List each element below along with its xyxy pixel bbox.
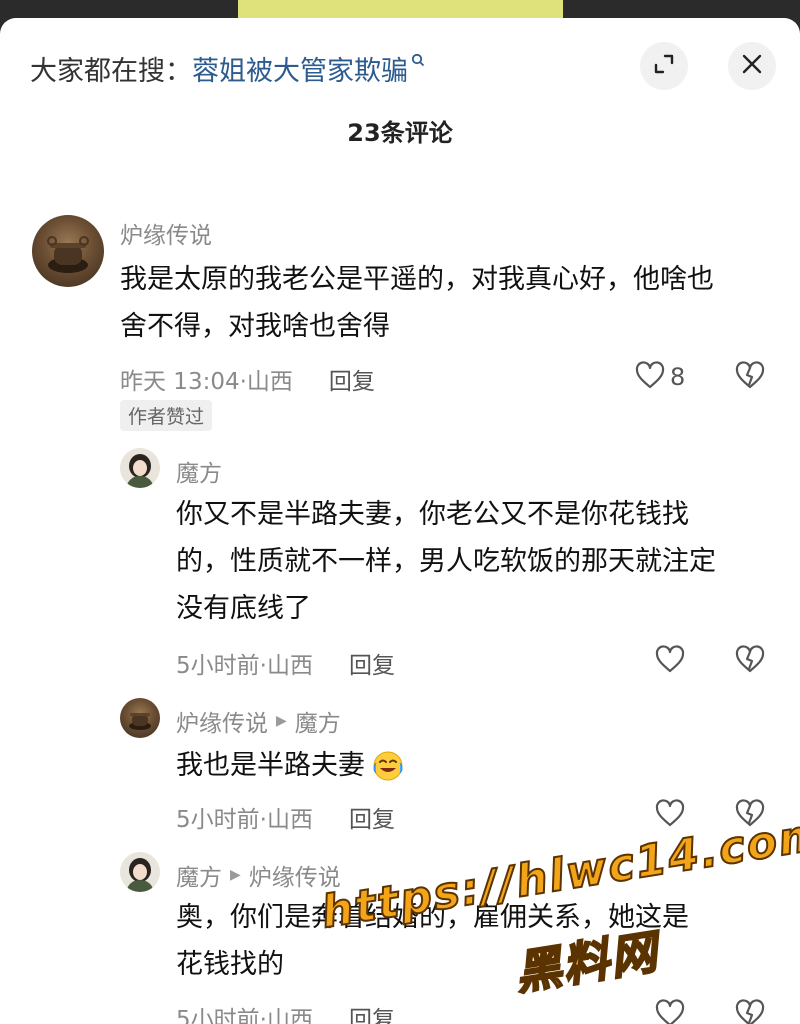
search-suggestion[interactable]: 大家都在搜： 蓉姐被大管家欺骗 [30,48,425,88]
crying-laughing-emoji [371,749,405,783]
avatar[interactable] [120,852,160,892]
dislike-button[interactable] [734,998,766,1024]
dislike-icon [734,644,766,678]
comment-text-line: 我也是半路夫妻 [176,750,365,781]
comment-text-line: 舍不得，对我啥也舍得 [120,311,390,342]
expand-icon [652,52,676,80]
like-button[interactable] [654,998,686,1024]
comment-text-line: 的，性质就不一样，男人吃软饭的那天就注定 [176,546,716,577]
timestamp: 5小时前·山西 [176,807,313,833]
timestamp: 5小时前·山西 [176,653,313,679]
username-text[interactable]: 魔方 [176,454,222,488]
comment-count-title: 23条评论 [347,119,453,147]
comment-text: 你又不是半路夫妻，你老公又不是你花钱找 的，性质就不一样，男人吃软饭的那天就注定… [176,491,776,632]
username[interactable]: 魔方 ▶ 炉缘传说 [176,858,341,892]
heart-icon [654,998,686,1024]
username-text[interactable]: 炉缘传说 [120,216,212,250]
comment-meta: 5小时前·山西 回复 [176,646,395,680]
comment-text-line: 我是太原的我老公是平遥的，对我真心好，他啥也 [120,264,714,295]
username[interactable]: 炉缘传说 [120,216,212,250]
comments-sheet: 大家都在搜： 蓉姐被大管家欺骗 23条评论 炉缘传说 我是太原的我老公是平遥的，… [0,18,800,1024]
timestamp: 5小时前·山西 [176,1007,313,1024]
comment-meta: 昨天 13:04·山西 回复 [120,362,375,396]
avatar[interactable] [32,215,104,287]
reply-button[interactable]: 回复 [329,362,375,396]
dislike-icon [734,998,766,1024]
close-button[interactable] [728,42,776,90]
heart-icon [634,360,666,394]
reply-arrow-icon: ▶ [230,867,241,883]
dislike-button[interactable] [734,644,766,678]
username-text[interactable]: 魔方 [176,858,222,892]
reply-to-username[interactable]: 魔方 [295,704,341,738]
like-button[interactable]: 8 [634,360,685,394]
author-liked-badge: 作者赞过 [120,400,213,431]
reply-button[interactable]: 回复 [349,800,395,834]
comment-text-line: 你又不是半路夫妻，你老公又不是你花钱找 [176,499,689,530]
close-icon [741,53,763,79]
comment-text: 我也是半路夫妻 [176,742,776,789]
comment-meta: 5小时前·山西 回复 [176,1000,395,1024]
comment-text-line: 没有底线了 [176,593,311,624]
heart-icon [654,798,686,832]
avatar[interactable] [120,698,160,738]
like-count: 8 [670,363,686,391]
reply-button[interactable]: 回复 [349,1000,395,1024]
search-prefix: 大家都在搜： [30,55,192,87]
reply-arrow-icon: ▶ [276,713,287,729]
username-text[interactable]: 炉缘传说 [176,704,268,738]
username[interactable]: 魔方 [176,454,222,488]
username[interactable]: 炉缘传说 ▶ 魔方 [176,704,341,738]
like-button[interactable] [654,644,686,678]
reply-button[interactable]: 回复 [349,646,395,680]
search-query-link[interactable]: 蓉姐被大管家欺骗 [192,49,408,88]
top-background-strip [238,0,563,18]
avatar[interactable] [120,448,160,488]
timestamp: 昨天 13:04·山西 [120,369,293,395]
comment-text-line: 花钱找的 [176,949,284,980]
comment-text: 我是太原的我老公是平遥的，对我真心好，他啥也 舍不得，对我啥也舍得 [120,256,770,350]
dislike-button[interactable] [734,360,766,394]
comment-meta: 5小时前·山西 回复 [176,800,395,834]
search-icon [411,52,425,71]
heart-icon [654,644,686,678]
like-button[interactable] [654,798,686,832]
dislike-icon [734,360,766,394]
expand-button[interactable] [640,42,688,90]
